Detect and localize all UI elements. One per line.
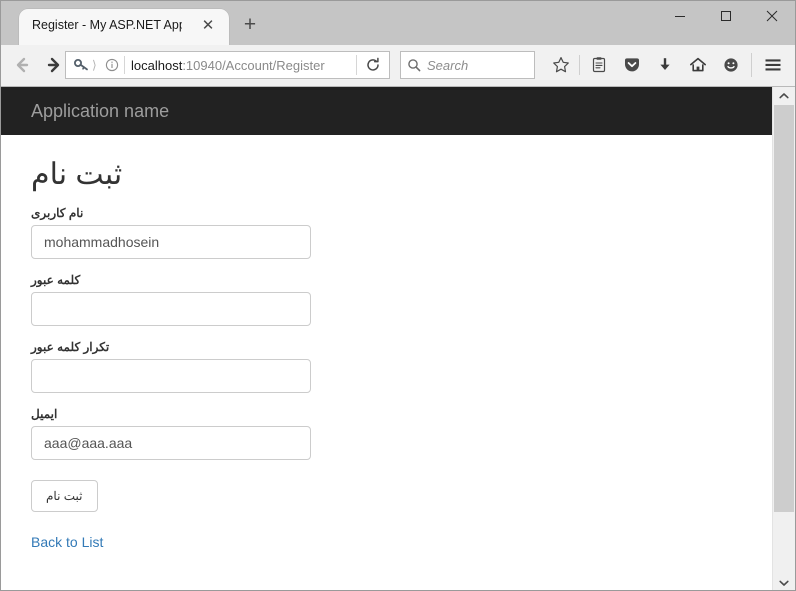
title-bar: Register - My ASP.NET Applic... ✕ + (1, 1, 795, 45)
key-glyph (74, 59, 88, 71)
username-label: نام کاربری (31, 206, 84, 220)
back-button[interactable] (9, 51, 37, 79)
confirm-password-label: تکرار کلمه عبور (31, 340, 110, 354)
form-group-email: ایمیل (31, 407, 772, 460)
reload-icon (367, 57, 379, 71)
search-placeholder: Search (427, 57, 469, 73)
menu-divider (751, 53, 752, 77)
reading-list-glyph (592, 57, 605, 73)
address-bar[interactable]: ⟩ localhost:10940/Account/Register (65, 51, 390, 79)
url-path: :10940/Account/Register (182, 57, 325, 73)
scroll-down-icon (779, 580, 789, 586)
password-label: کلمه عبور (31, 273, 81, 287)
email-label: ایمیل (31, 407, 58, 421)
page-scrollbar[interactable] (772, 87, 795, 590)
back-to-list-link[interactable]: Back to List (31, 534, 103, 550)
star-glyph (552, 57, 569, 73)
new-tab-button[interactable]: + (237, 13, 263, 39)
page-content: ثبت نام نام کاربری کلمه عبور تکرار کلمه … (1, 157, 772, 552)
bookmark-star-icon[interactable] (544, 51, 577, 79)
register-form: نام کاربری کلمه عبور تکرار کلمه عبور ایم… (31, 206, 772, 512)
identity-chevron-icon: ⟩ (92, 58, 97, 72)
scroll-down-button[interactable] (773, 574, 795, 590)
page-viewport: Application name ثبت نام نام کاربری کلمه… (1, 87, 795, 590)
pocket-icon[interactable] (615, 51, 648, 79)
username-input[interactable] (31, 225, 311, 259)
tab-title: Register - My ASP.NET Applic... (32, 18, 182, 32)
web-page: Application name ثبت نام نام کاربری کلمه… (1, 87, 772, 590)
address-divider (124, 56, 125, 74)
smiley-glyph (723, 58, 738, 72)
home-glyph (689, 57, 706, 72)
form-group-username: نام کاربری (31, 206, 772, 259)
scrollbar-thumb[interactable] (774, 105, 794, 512)
reload-button[interactable] (357, 52, 389, 78)
search-icon (401, 58, 427, 72)
hamburger-menu-icon[interactable] (756, 51, 789, 79)
tab-close-icon[interactable]: ✕ (199, 17, 217, 35)
forward-arrow-icon (47, 57, 60, 73)
pocket-glyph (624, 58, 639, 72)
back-arrow-icon (16, 57, 29, 73)
search-glyph (408, 59, 421, 72)
hamburger-glyph (765, 59, 780, 71)
email-input[interactable] (31, 426, 311, 460)
browser-tab-active[interactable]: Register - My ASP.NET Applic... ✕ (19, 9, 229, 45)
reading-list-icon[interactable] (582, 51, 615, 79)
tab-strip: Register - My ASP.NET Applic... ✕ + (1, 9, 795, 45)
page-title: ثبت نام (31, 158, 123, 191)
home-icon[interactable] (681, 51, 714, 79)
url-text: localhost:10940/Account/Register (131, 58, 356, 73)
downloads-icon[interactable] (648, 51, 681, 79)
password-input[interactable] (31, 292, 311, 326)
search-bar[interactable]: Search (400, 51, 535, 79)
toolbar-icons (544, 51, 789, 79)
confirm-password-input[interactable] (31, 359, 311, 393)
form-group-confirm-password: تکرار کلمه عبور (31, 340, 772, 393)
site-navbar: Application name (1, 87, 772, 135)
url-host: localhost (131, 57, 183, 73)
download-arrow-glyph (659, 58, 670, 70)
form-group-password: کلمه عبور (31, 273, 772, 326)
browser-toolbar: ⟩ localhost:10940/Account/Register Searc… (1, 45, 795, 87)
register-submit-button[interactable]: ثبت نام (31, 480, 98, 512)
toolbar-divider (579, 55, 580, 75)
scroll-up-button[interactable] (773, 87, 795, 105)
key-icon[interactable] (72, 57, 92, 73)
info-glyph (105, 58, 119, 72)
browser-window: Register - My ASP.NET Applic... ✕ + (0, 0, 796, 591)
feedback-smiley-icon[interactable] (714, 51, 747, 79)
info-icon[interactable] (102, 58, 122, 72)
forward-button[interactable] (39, 51, 67, 79)
scroll-up-icon (779, 93, 789, 99)
site-brand[interactable]: Application name (31, 101, 169, 122)
